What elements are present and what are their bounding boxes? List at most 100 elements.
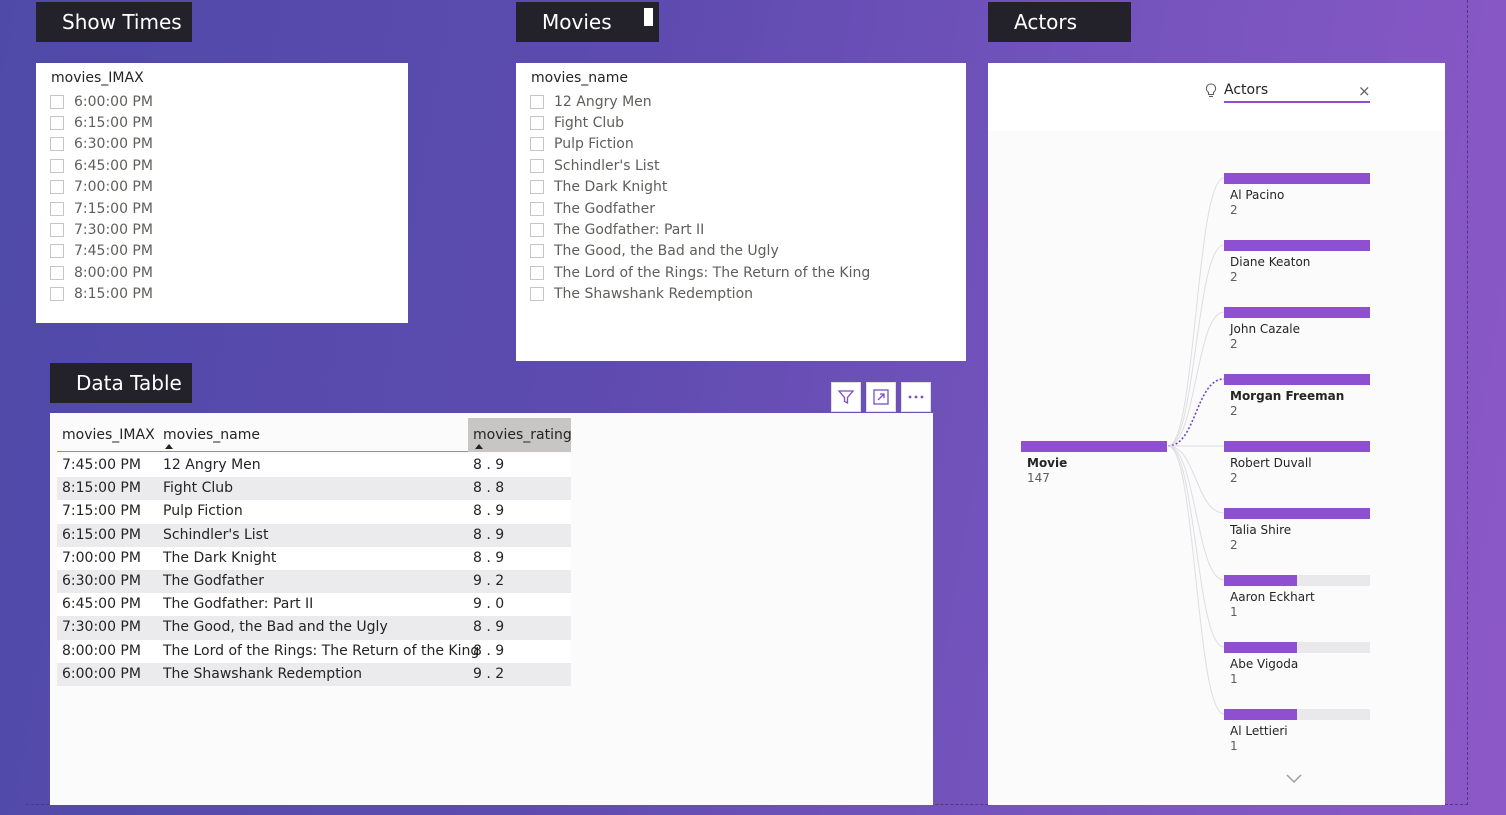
table-row[interactable]: 7:45:00 PM 12 Angry Men 8 . 9: [57, 454, 571, 478]
node-bar-track[interactable]: [1224, 508, 1370, 519]
checkbox[interactable]: [50, 137, 64, 152]
table-cell: 7:15:00 PM: [62, 503, 141, 520]
checkbox[interactable]: [530, 223, 544, 238]
table-row[interactable]: 8:00:00 PM The Lord of the Rings: The Ret…: [57, 639, 571, 663]
column-header-imax[interactable]: movies_IMAX: [62, 418, 155, 452]
table-cell: The Dark Knight: [163, 549, 277, 566]
node-label: Robert Duvall: [1230, 456, 1312, 470]
node-bar-track[interactable]: [1224, 642, 1370, 653]
checkbox[interactable]: [530, 116, 544, 131]
slicer-item[interactable]: 7:15:00 PM: [50, 198, 153, 219]
root-node-bar[interactable]: [1021, 441, 1167, 452]
slicer-item[interactable]: 6:00:00 PM: [50, 91, 153, 112]
checkbox[interactable]: [530, 158, 544, 173]
table-row[interactable]: 7:15:00 PM Pulp Fiction 8 . 9: [57, 500, 571, 524]
table-cell: 8 . 9: [473, 526, 505, 543]
checkbox[interactable]: [530, 137, 544, 152]
table-row[interactable]: 6:30:00 PM The Godfather 9 . 2: [57, 569, 571, 594]
slicer-header: movies_IMAX: [51, 70, 144, 86]
slicer-item[interactable]: Schindler's List: [530, 155, 870, 176]
slicer-item-label: 8:15:00 PM: [74, 286, 153, 303]
node-bar-track[interactable]: [1224, 374, 1370, 385]
checkbox[interactable]: [50, 265, 64, 280]
node-label: John Cazale: [1230, 322, 1301, 336]
node-value: 2: [1230, 471, 1238, 485]
movies-title-text: Movies: [542, 10, 612, 34]
node-bar-track[interactable]: [1224, 575, 1370, 586]
slicer-item-label: 6:30:00 PM: [74, 136, 153, 153]
table-cell: 6:45:00 PM: [62, 596, 141, 613]
slicer-item[interactable]: The Good, the Bad and the Ugly: [530, 241, 870, 262]
focus-mode-button[interactable]: [866, 382, 896, 412]
checkbox[interactable]: [530, 244, 544, 259]
checkbox[interactable]: [50, 116, 64, 131]
node-value: 2: [1230, 203, 1238, 217]
slicer-item[interactable]: Fight Club: [530, 112, 870, 133]
slicer-header: movies_name: [531, 70, 628, 86]
slicer-item[interactable]: 12 Angry Men: [530, 91, 870, 112]
slicer-item[interactable]: 7:00:00 PM: [50, 177, 153, 198]
checkbox[interactable]: [50, 244, 64, 259]
checkbox[interactable]: [530, 265, 544, 280]
table-cell: 8:15:00 PM: [62, 480, 141, 497]
checkbox[interactable]: [50, 94, 64, 109]
node-bar-track[interactable]: [1224, 709, 1370, 720]
checkbox[interactable]: [530, 180, 544, 195]
table-row[interactable]: 7:30:00 PM The Good, the Bad and the Ugly…: [57, 616, 571, 640]
slicer-item[interactable]: The Godfather: Part II: [530, 219, 870, 240]
checkbox[interactable]: [50, 158, 64, 173]
sort-ascending-icon: [165, 444, 173, 449]
column-header-name[interactable]: movies_name: [163, 418, 260, 452]
node-bar-track[interactable]: [1224, 173, 1370, 184]
slicer-item[interactable]: 7:45:00 PM: [50, 241, 153, 262]
slicer-item[interactable]: 8:15:00 PM: [50, 284, 153, 305]
slicer-item[interactable]: The Lord of the Rings: The Return of the…: [530, 262, 870, 283]
resize-handle-icon[interactable]: [644, 8, 653, 26]
chevron-down-icon[interactable]: [1285, 773, 1303, 785]
slicer-item[interactable]: The Dark Knight: [530, 177, 870, 198]
checkbox[interactable]: [530, 287, 544, 302]
movies-title: Movies: [516, 2, 659, 42]
slicer-item[interactable]: The Godfather: [530, 198, 870, 219]
actors-title: Actors: [988, 2, 1131, 42]
table-row[interactable]: 7:00:00 PM The Dark Knight 8 . 9: [57, 546, 571, 570]
table-row[interactable]: 8:15:00 PM Fight Club 8 . 8: [57, 477, 571, 501]
slicer-item[interactable]: 8:00:00 PM: [50, 262, 153, 283]
table-cell: 8 . 9: [473, 549, 505, 566]
slicer-item[interactable]: 7:30:00 PM: [50, 219, 153, 240]
node-label: Morgan Freeman: [1230, 389, 1345, 403]
slicer-item-label: Fight Club: [554, 115, 625, 132]
filter-button[interactable]: [831, 382, 861, 412]
checkbox[interactable]: [530, 94, 544, 109]
movies-slicer: movies_name 12 Angry Men Fight Club Pulp F…: [516, 63, 966, 361]
node-label: Al Lettieri: [1230, 724, 1288, 738]
actors-decomposition-tree: Actors × Movie 147 Al Pacino 2 Diane Keato…: [988, 63, 1445, 805]
column-header-rating[interactable]: movies_rating: [468, 418, 572, 452]
table-cell: 6:15:00 PM: [62, 526, 141, 543]
slicer-list: 12 Angry Men Fight Club Pulp Fiction Schind…: [530, 91, 870, 305]
table-row[interactable]: 6:00:00 PM The Shawshank Redemption 9 . 2: [57, 662, 571, 686]
node-bar-track[interactable]: [1224, 240, 1370, 251]
node-value: 2: [1230, 404, 1238, 418]
slicer-item-label: 12 Angry Men: [554, 93, 652, 110]
slicer-item[interactable]: Pulp Fiction: [530, 134, 870, 155]
checkbox[interactable]: [50, 287, 64, 302]
slicer-item[interactable]: 6:45:00 PM: [50, 155, 153, 176]
checkbox[interactable]: [50, 223, 64, 238]
table-row[interactable]: 6:45:00 PM The Godfather: Part II 9 . 0: [57, 593, 571, 617]
node-bar-track[interactable]: [1224, 307, 1370, 318]
checkbox[interactable]: [50, 201, 64, 216]
table-cell: 6:30:00 PM: [62, 572, 141, 589]
table-cell: Schindler's List: [163, 526, 269, 543]
table-row[interactable]: 6:15:00 PM Schindler's List 8 . 9: [57, 523, 571, 547]
table-cell: The Godfather: Part II: [163, 596, 314, 613]
checkbox[interactable]: [530, 201, 544, 216]
slicer-item[interactable]: 6:15:00 PM: [50, 112, 153, 133]
checkbox[interactable]: [50, 180, 64, 195]
node-bar-fill: [1224, 642, 1297, 653]
more-options-button[interactable]: [901, 382, 931, 412]
slicer-item[interactable]: The Shawshank Redemption: [530, 284, 870, 305]
slicer-item[interactable]: 6:30:00 PM: [50, 134, 153, 155]
node-bar-track[interactable]: [1224, 441, 1370, 452]
table-cell: The Good, the Bad and the Ugly: [163, 619, 388, 636]
